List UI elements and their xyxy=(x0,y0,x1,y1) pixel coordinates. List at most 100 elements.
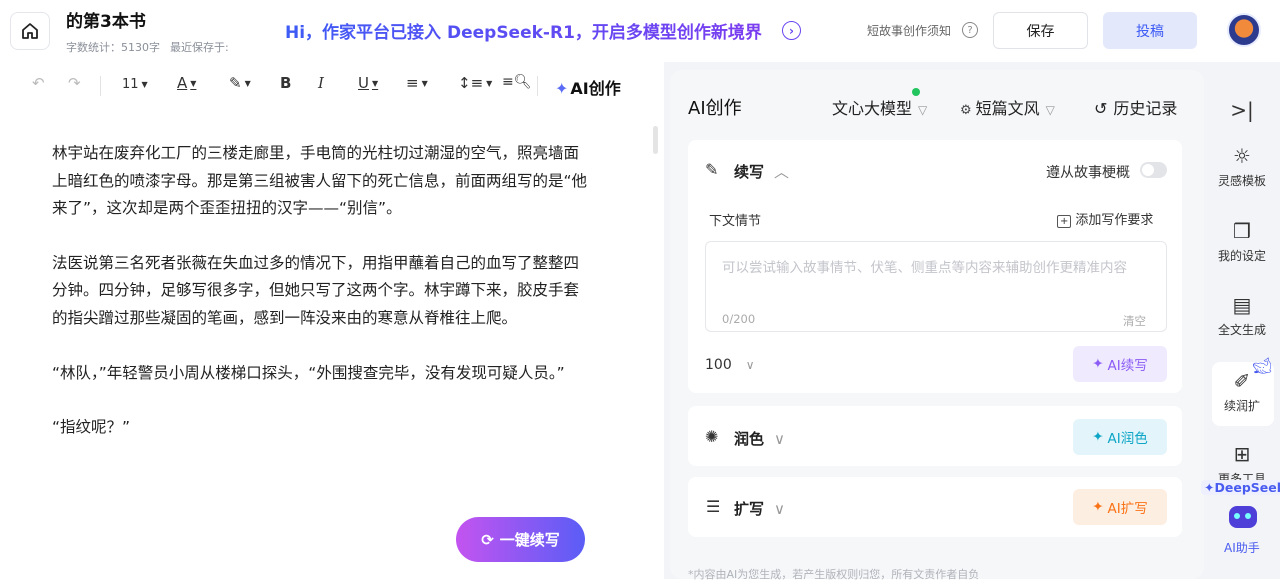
ai-continue-label: AI续写 xyxy=(1107,358,1148,374)
chevron-right-icon[interactable]: › xyxy=(782,21,801,40)
paragraph: “指纹呢？” xyxy=(52,418,131,437)
ai-continue-button[interactable]: ✦ AI续写 xyxy=(1073,346,1167,382)
chevron-down-icon: ▽ xyxy=(918,103,928,117)
length-value: 100 xyxy=(705,357,732,373)
sparkle-icon: ✦ xyxy=(1204,480,1215,495)
sparkle-icon: ✦ xyxy=(1092,499,1104,515)
undo-icon[interactable]: ↶ xyxy=(32,74,45,92)
add-requirement-button[interactable]: + 添加写作要求 xyxy=(1057,209,1153,228)
book-stats: 字数统计：5130字 最近保存于: xyxy=(66,39,229,55)
continue-title[interactable]: 续写 ︿ xyxy=(734,161,789,182)
deepseek-whale-icon: 🐋︎ xyxy=(1252,356,1273,375)
char-counter: 0/200 xyxy=(722,312,756,326)
one-click-label: 一键续写 xyxy=(499,531,560,549)
ai-create-label: AI创作 xyxy=(570,79,621,98)
chevron-down-icon: ▽ xyxy=(1045,103,1055,117)
book-title: 的第3本书 xyxy=(66,12,146,32)
avatar[interactable] xyxy=(1227,13,1261,47)
paragraph: “林队，”年轻警员小周从楼梯口探头，“外围搜查完毕，没有发现可疑人员。” xyxy=(52,363,565,382)
sun-icon: ✺ xyxy=(705,427,719,446)
polish-title[interactable]: 润色 ∨ xyxy=(734,428,785,449)
deepseek-badge[interactable]: ✦DeepSeek xyxy=(1201,480,1280,495)
rail-item-inspiration[interactable]: ☼ 灵感模板 xyxy=(1210,144,1274,189)
align-icon[interactable]: ≡ ▼ xyxy=(406,74,428,92)
expand-title[interactable]: 扩写 ∨ xyxy=(734,498,785,519)
home-button[interactable] xyxy=(10,12,50,50)
find-replace-icon[interactable]: ≡🔍︎ xyxy=(502,74,532,90)
editor-scrollbar[interactable] xyxy=(653,126,658,154)
rail-item-label: 我的设定 xyxy=(1217,249,1266,263)
next-plot-label: 下文情节 xyxy=(709,214,762,229)
follow-outline-toggle[interactable] xyxy=(1140,162,1167,178)
history-icon: ↺ xyxy=(1094,99,1108,118)
chevron-down-icon: ∨ xyxy=(774,500,785,518)
toolbar-divider xyxy=(537,76,538,96)
robot-icon[interactable] xyxy=(1229,506,1257,528)
last-saved: 最近保存于: xyxy=(170,41,229,54)
model-select[interactable]: 文心大模型 ▽ xyxy=(832,95,927,119)
ai-polish-button[interactable]: ✦ AI润色 xyxy=(1073,419,1167,455)
underline-icon[interactable]: U ▼ xyxy=(358,74,378,92)
toolbar-divider xyxy=(100,76,101,96)
highlight-icon[interactable]: ✎ ▼ xyxy=(229,74,251,92)
chevron-down-icon: ∨ xyxy=(774,430,785,448)
rail-item-label: 全文生成 xyxy=(1217,323,1266,337)
font-color-icon[interactable]: A ▼ xyxy=(177,74,196,92)
one-click-continue-button[interactable]: ⟳ 一键续写 xyxy=(456,517,585,562)
magic-icon: ⟳ xyxy=(481,530,494,549)
collapse-panel-button[interactable]: >| xyxy=(1210,98,1274,126)
collapse-right-icon: >| xyxy=(1230,98,1254,122)
length-select[interactable]: 100 ∨ xyxy=(705,357,755,373)
plus-icon: + xyxy=(1057,215,1072,228)
grid-icon: ⊞ xyxy=(1233,442,1251,466)
rail-item-continue-polish-expand[interactable]: ✐ 续润扩 xyxy=(1210,369,1274,414)
editor-content[interactable]: 林宇站在废弃化工厂的三楼走廊里，手电筒的光柱切过潮湿的空气，照亮墙面上暗红色的喷… xyxy=(52,140,592,469)
help-icon[interactable]: ? xyxy=(962,22,978,38)
lightbulb-icon: ☼ xyxy=(1233,144,1251,168)
model-label: 文心大模型 xyxy=(832,99,913,118)
deepseek-banner[interactable]: Hi，作家平台已接入 DeepSeek-R1，开启多模型创作新境界 xyxy=(285,18,762,43)
polish-title-label: 润色 xyxy=(734,430,765,448)
writing-notice-link[interactable]: 短故事创作须知 xyxy=(867,22,951,39)
paragraph: 法医说第三名死者张薇在失血过多的情况下，用指甲蘸着自己的血写了整整四分钟。四分钟… xyxy=(52,253,580,327)
editor-toolbar: ↶ ↷ 11 ▼ A ▼ ✎ ▼ B I U ▼ ≡ ▼ ↕≡ ▼ ≡🔍︎ xyxy=(0,66,650,106)
italic-icon[interactable]: I xyxy=(318,74,324,92)
panel-title: AI创作 xyxy=(688,98,742,119)
list-icon: ☰ xyxy=(706,497,721,516)
ai-expand-label: AI扩写 xyxy=(1107,501,1148,517)
rail-item-more-tools[interactable]: ⊞ 更多工具 xyxy=(1210,442,1274,480)
rail-item-label: 更多工具 xyxy=(1217,472,1266,480)
document-icon: ▤ xyxy=(1232,293,1252,317)
font-size-select[interactable]: 11 ▼ xyxy=(122,77,148,92)
add-requirement-label: 添加写作要求 xyxy=(1075,213,1154,228)
follow-outline-label: 遵从故事梗概 xyxy=(1046,165,1130,181)
continue-title-label: 续写 xyxy=(734,163,765,181)
bold-icon[interactable]: B xyxy=(280,74,291,92)
chevron-up-icon[interactable]: ︿ xyxy=(774,163,789,181)
redo-icon[interactable]: ↷ xyxy=(68,74,81,92)
font-size-value: 11 xyxy=(122,77,139,92)
plot-input[interactable]: 可以尝试输入故事情节、伏笔、侧重点等内容来辅助创作更精准内容 0/200 清空 xyxy=(705,241,1167,332)
ai-disclaimer: *内容由AI为您生成，若产生版权则归您，所有文责作者自负 xyxy=(688,568,980,581)
save-button[interactable]: 保存 xyxy=(993,12,1088,49)
expand-title-label: 扩写 xyxy=(734,500,765,518)
ai-assistant-label[interactable]: AI助手 xyxy=(1224,539,1260,556)
sparkle-icon: ✦ xyxy=(1092,356,1104,372)
deepseek-label: DeepSeek xyxy=(1214,480,1280,495)
rail-item-full-generate[interactable]: ▤ 全文生成 xyxy=(1210,293,1274,338)
rail-item-settings[interactable]: ❒ 我的设定 xyxy=(1210,219,1274,264)
ai-expand-button[interactable]: ✦ AI扩写 xyxy=(1073,489,1167,525)
sparkle-icon: ✦ xyxy=(555,79,569,98)
line-height-icon[interactable]: ↕≡ ▼ xyxy=(458,74,492,92)
word-count: 字数统计：5130字 xyxy=(66,41,160,54)
clear-button[interactable]: 清空 xyxy=(1123,313,1146,329)
history-label: 历史记录 xyxy=(1113,99,1178,118)
ai-create-toolbar-button[interactable]: ✦ AI创作 xyxy=(555,75,621,99)
history-button[interactable]: ↺ 历史记录 xyxy=(1094,95,1177,119)
paragraph: 林宇站在废弃化工厂的三楼走廊里，手电筒的光柱切过潮湿的空气，照亮墙面上暗红色的喷… xyxy=(52,144,588,218)
book-icon: ❒ xyxy=(1233,219,1251,243)
rail-item-label: 灵感模板 xyxy=(1217,174,1266,188)
rail-item-label: 续润扩 xyxy=(1223,399,1260,413)
style-select[interactable]: ⚙ 短篇文风 ▽ xyxy=(960,95,1055,119)
submit-button[interactable]: 投稿 xyxy=(1103,12,1197,49)
